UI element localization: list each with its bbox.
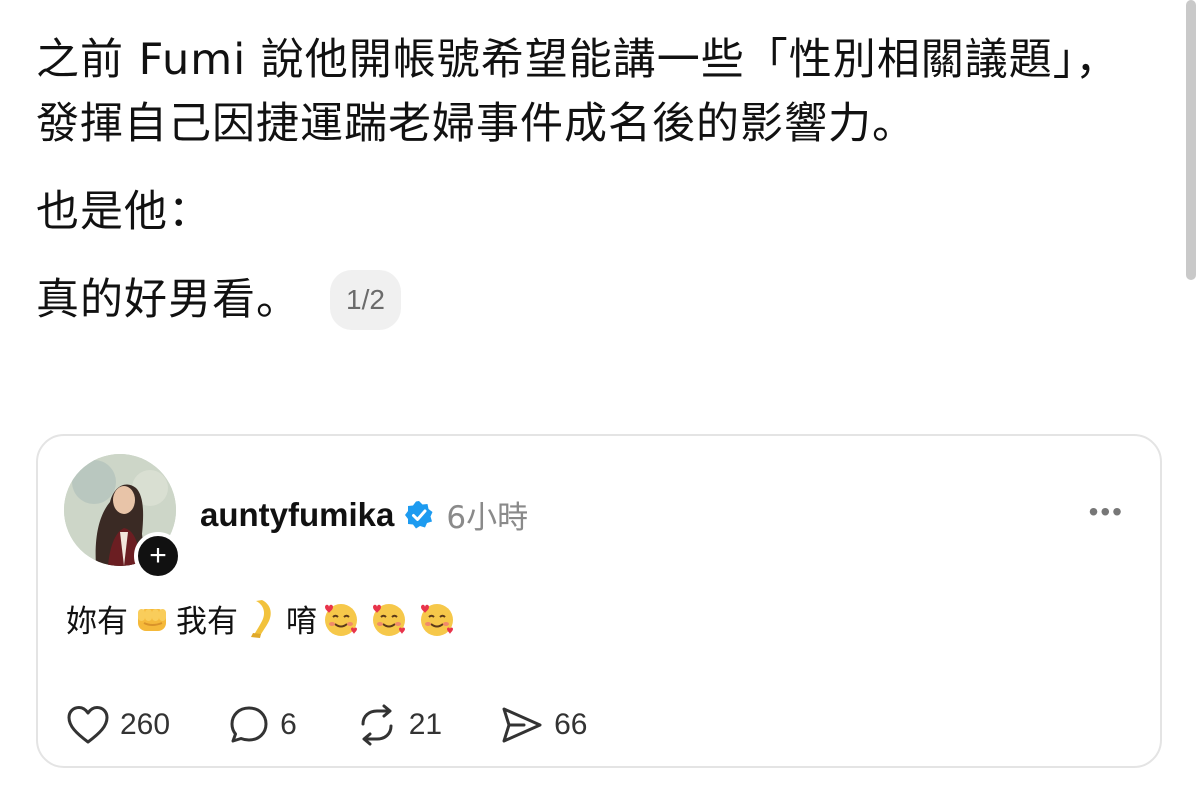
post-paragraph: 真的好男看。	[36, 275, 300, 325]
comment-count: 6	[280, 708, 297, 741]
share-count: 66	[554, 708, 588, 741]
image-page-indicator: 1/2	[330, 270, 401, 330]
quoted-text-segment: 我有	[176, 604, 238, 640]
verified-badge-icon	[404, 500, 434, 530]
follow-button[interactable]: +	[134, 532, 182, 580]
quoted-post-text: 妳有 我有 唷	[66, 596, 461, 641]
comment-button[interactable]: 6	[228, 704, 297, 746]
quoted-text-segment: 唷	[286, 604, 317, 640]
post-paragraph: 之前 Fumi 說他開帳號希望能講一些「性別相關議題」，發揮自己因捷運踹老婦事件…	[36, 35, 1120, 149]
smiling-face-with-hearts-emoji	[321, 599, 361, 639]
more-horizontal-icon[interactable]: •••	[1089, 496, 1124, 528]
comment-icon	[230, 706, 268, 743]
post-body: 之前 Fumi 說他開帳號希望能講一些「性別相關議題」，發揮自己因捷運踹老婦事件…	[36, 28, 1136, 332]
timestamp: 6小時	[446, 500, 529, 536]
leg-emoji	[242, 599, 282, 639]
post-paragraph-row: 真的好男看。 1/2	[36, 268, 1136, 332]
action-bar: 260 6 21 66	[66, 704, 646, 746]
quoted-post-header: auntyfumika 6小時	[200, 492, 528, 537]
smiling-face-with-hearts-emoji	[417, 599, 457, 639]
like-button[interactable]: 260	[66, 704, 170, 746]
oncoming-fist-emoji	[132, 599, 172, 639]
quoted-post-card[interactable]: + auntyfumika 6小時 ••• 妳有 我有 唷 260 6 21 6…	[36, 434, 1162, 768]
username[interactable]: auntyfumika	[200, 496, 394, 534]
repost-button[interactable]: 21	[355, 704, 442, 746]
heart-icon	[67, 706, 109, 744]
share-button[interactable]: 66	[500, 704, 588, 746]
repost-count: 21	[408, 708, 443, 741]
share-icon	[502, 707, 542, 743]
scrollbar[interactable]	[1186, 0, 1196, 280]
quoted-text-segment: 妳有	[66, 604, 128, 640]
repost-icon	[361, 704, 393, 746]
like-count: 260	[120, 708, 171, 741]
post-paragraph: 也是他：	[36, 187, 212, 237]
smiling-face-with-hearts-emoji	[369, 599, 409, 639]
